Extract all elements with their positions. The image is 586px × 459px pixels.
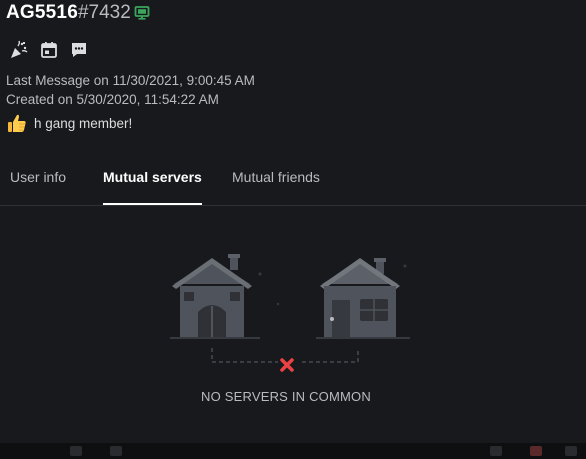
custom-status-text: h gang member! — [34, 115, 133, 131]
username[interactable]: AG5516 — [6, 2, 78, 24]
message-icon[interactable] — [69, 40, 89, 60]
party-popper-icon[interactable] — [9, 40, 29, 60]
user-profile-panel: AG5516 #7432 Last Message on 11/30/2021,… — [0, 0, 586, 459]
empty-state-message: NO SERVERS IN COMMON — [201, 389, 371, 404]
tab-mutual-friends[interactable]: Mutual friends — [232, 160, 320, 203]
taskbar-app-icon[interactable] — [565, 446, 577, 456]
desktop-online-icon — [134, 5, 150, 21]
discriminator: #7432 — [77, 2, 131, 23]
taskbar-app-icon[interactable] — [110, 446, 122, 456]
calendar-icon[interactable] — [39, 40, 59, 60]
created-on-text: Created on 5/30/2020, 11:54:22 AM — [6, 92, 219, 107]
taskbar-strip — [0, 443, 586, 459]
taskbar-app-icon[interactable] — [530, 446, 542, 456]
profile-tabs: User info Mutual servers Mutual friends — [0, 160, 586, 206]
tab-user-info[interactable]: User info — [10, 160, 66, 203]
taskbar-app-icon[interactable] — [490, 446, 502, 456]
two-houses-no-connection-icon — [160, 244, 420, 384]
tab-mutual-servers[interactable]: Mutual servers — [103, 160, 202, 205]
custom-status: h gang member! — [6, 112, 132, 134]
thumbs-up-icon — [6, 112, 28, 134]
taskbar-app-icon[interactable] — [70, 446, 82, 456]
profile-header: AG5516 #7432 — [6, 0, 150, 26]
error-x-icon — [280, 358, 294, 372]
badge-list — [9, 40, 89, 60]
profile-meta: Last Message on 11/30/2021, 9:00:45 AM C… — [6, 71, 255, 109]
last-message-text: Last Message on 11/30/2021, 9:00:45 AM — [6, 73, 255, 88]
